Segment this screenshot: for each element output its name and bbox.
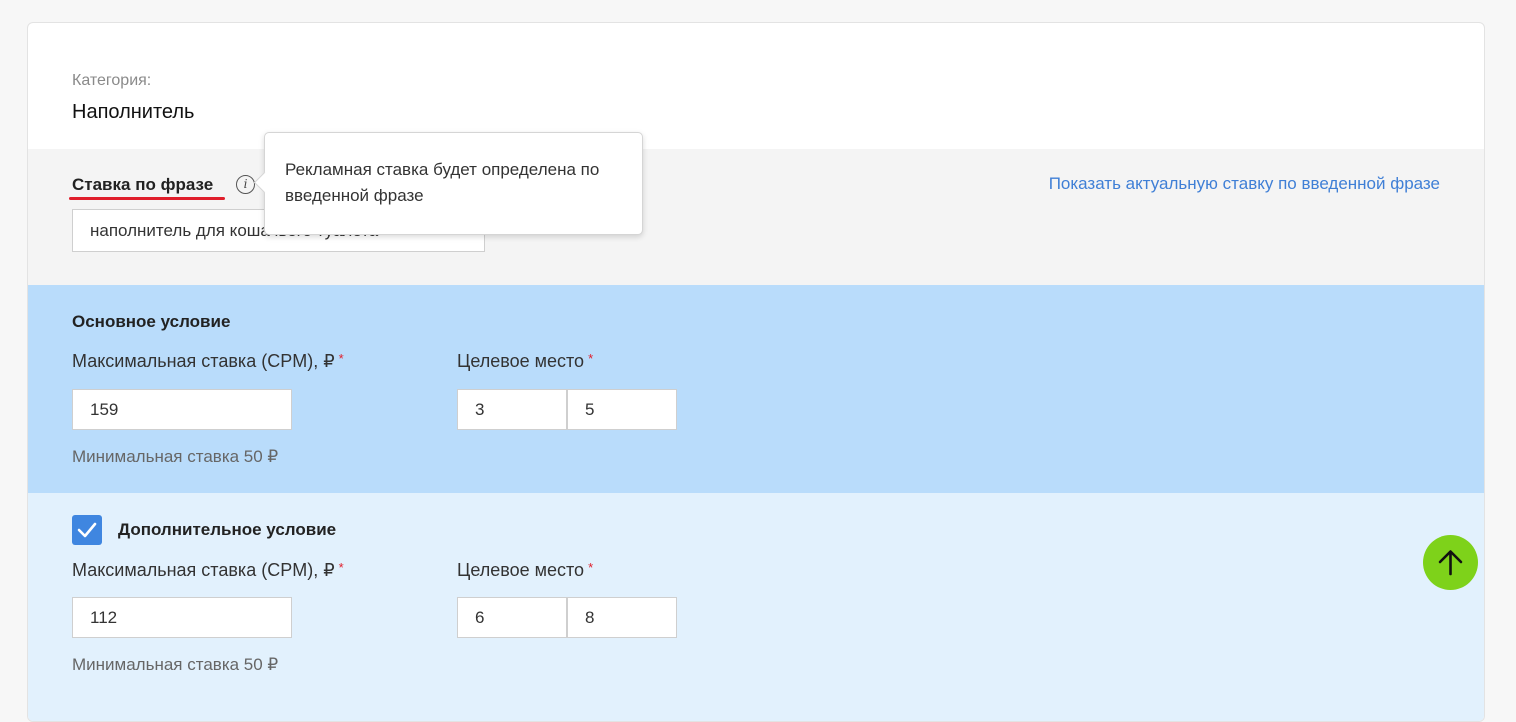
extra-target-label: Целевое место * — [457, 560, 594, 580]
main-target-label: Целевое место * — [457, 351, 594, 371]
extra-target-from-input[interactable]: 6 — [457, 597, 567, 638]
required-mark: * — [588, 560, 594, 575]
main-max-bid-input[interactable]: 159 — [72, 389, 292, 430]
scroll-to-top-button[interactable] — [1423, 535, 1478, 590]
main-min-bid-hint: Минимальная ставка 50 ₽ — [72, 447, 279, 466]
arrow-up-icon — [1438, 550, 1463, 576]
bid-settings-card: Категория: Наполнитель Ставка по фразе i… — [27, 22, 1485, 722]
info-icon[interactable]: i — [236, 175, 255, 194]
extra-min-bid-hint: Минимальная ставка 50 ₽ — [72, 655, 279, 674]
phrase-bid-underline — [69, 197, 225, 200]
extra-condition-checkbox[interactable] — [72, 515, 102, 545]
show-current-bid-link[interactable]: Показать актуальную ставку по введенной … — [1049, 174, 1440, 194]
phrase-bid-tooltip: Рекламная ставка будет определена по вве… — [264, 132, 643, 235]
category-label: Категория: — [72, 72, 152, 89]
main-target-to-input[interactable]: 5 — [567, 389, 677, 430]
extra-condition-title: Дополнительное условие — [118, 520, 337, 539]
required-mark: * — [338, 560, 344, 575]
main-target-from-input[interactable]: 3 — [457, 389, 567, 430]
main-condition-title: Основное условие — [72, 312, 231, 331]
main-max-bid-label: Максимальная ставка (CPM), ₽ * — [72, 351, 344, 371]
check-icon — [77, 522, 97, 538]
category-value: Наполнитель — [72, 101, 195, 123]
phrase-bid-title: Ставка по фразе — [72, 175, 214, 194]
extra-target-to-input[interactable]: 8 — [567, 597, 677, 638]
extra-condition-section: Дополнительное условие Максимальная став… — [28, 493, 1484, 721]
extra-max-bid-input[interactable]: 112 — [72, 597, 292, 638]
extra-max-bid-label: Максимальная ставка (CPM), ₽ * — [72, 560, 344, 580]
phrase-bid-section: Ставка по фразе i наполнитель для кошачь… — [28, 149, 1484, 285]
required-mark: * — [338, 351, 344, 366]
required-mark: * — [588, 351, 594, 366]
main-condition-section: Основное условие Максимальная ставка (CP… — [28, 285, 1484, 493]
